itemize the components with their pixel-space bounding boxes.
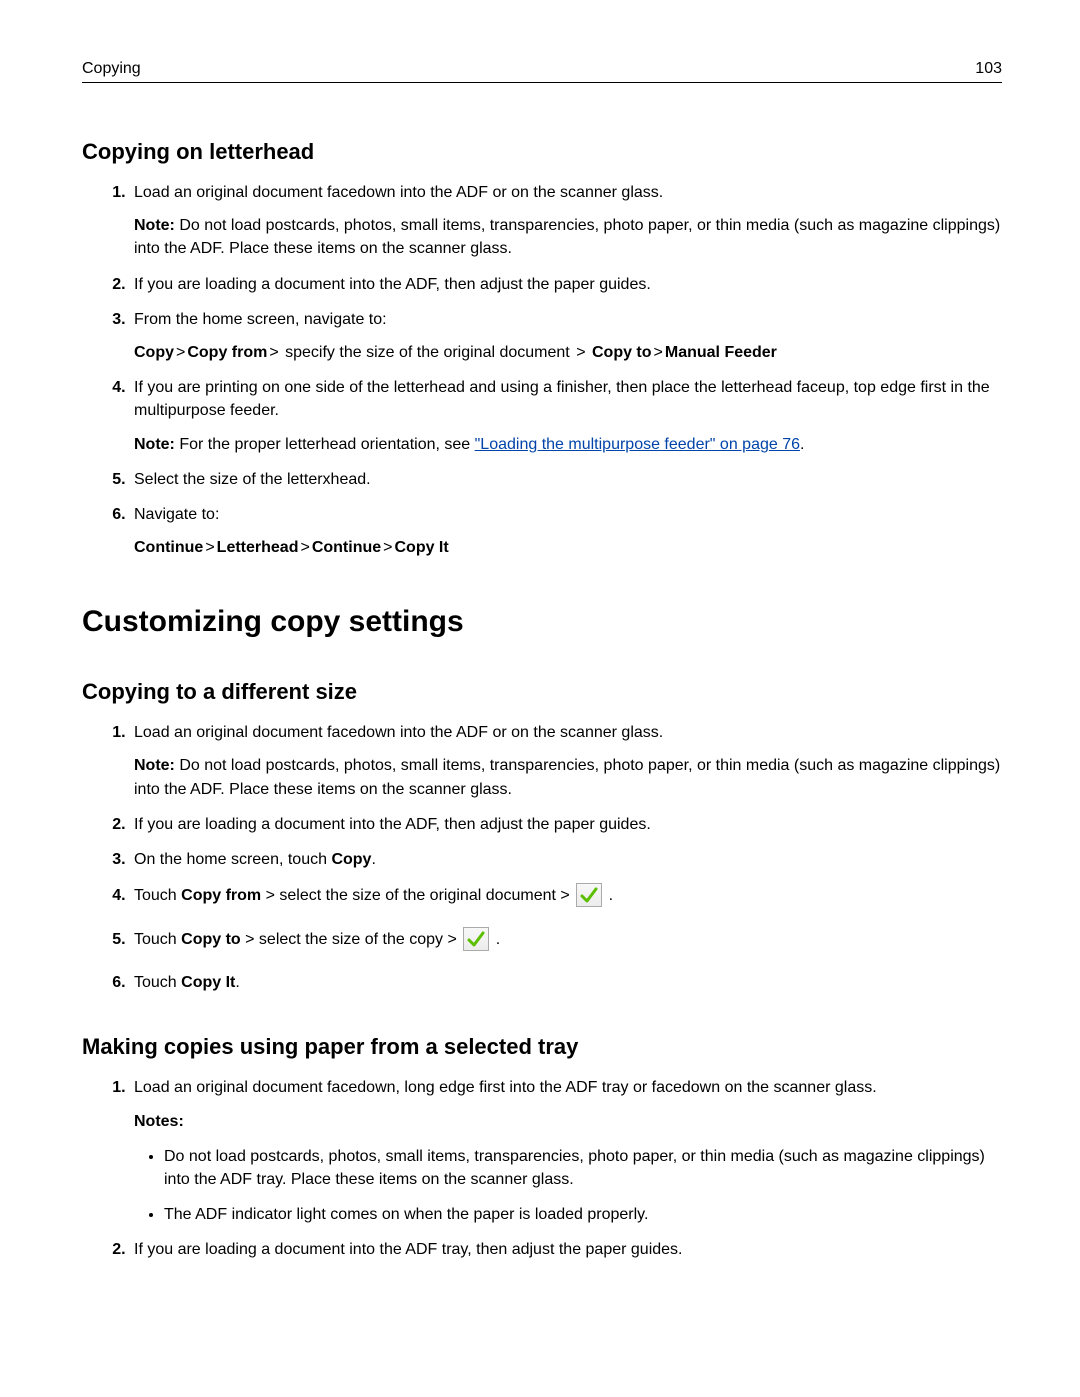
bullet-item: Do not load postcards, photos, small ite…	[164, 1145, 1002, 1191]
nav-segment: Continue	[134, 539, 203, 556]
separator: >	[574, 344, 587, 361]
ui-term: Copy to	[181, 931, 241, 948]
separator: >	[652, 344, 665, 361]
nav-segment: Copy It	[394, 539, 448, 556]
step-text: If you are loading a document into the A…	[134, 276, 651, 293]
separator: >	[267, 344, 280, 361]
nav-path: Copy>Copy from> specify the size of the …	[134, 341, 1002, 364]
header-page-number: 103	[975, 60, 1002, 78]
heading-copying-different-size: Copying to a different size	[82, 679, 1002, 705]
ui-term: Copy	[331, 851, 371, 868]
step-text: Navigate to:	[134, 506, 219, 523]
step-prefix: Touch	[134, 974, 181, 991]
step-suffix: .	[371, 851, 375, 868]
list-item: Load an original document facedown into …	[130, 721, 1002, 801]
step-text: If you are loading a document into the A…	[134, 1241, 683, 1258]
note-suffix: .	[800, 436, 804, 453]
steps-copying-different-size: Load an original document facedown into …	[82, 721, 1002, 994]
note-label: Note:	[134, 217, 175, 234]
nav-segment: Copy	[134, 344, 174, 361]
heading-customizing-copy-settings: Customizing copy settings	[82, 605, 1002, 639]
separator: >	[381, 539, 394, 556]
list-item: Touch Copy to > select the size of the c…	[130, 927, 1002, 953]
note-block: Note: Do not load postcards, photos, sma…	[134, 754, 1002, 800]
nav-segment: Continue	[312, 539, 381, 556]
check-icon	[576, 883, 602, 907]
ui-term: Copy It	[181, 974, 235, 991]
step-text: If you are printing on one side of the l…	[134, 379, 990, 419]
list-item: From the home screen, navigate to: Copy>…	[130, 308, 1002, 364]
step-prefix: Touch	[134, 887, 181, 904]
list-item: Touch Copy from > select the size of the…	[130, 883, 1002, 909]
list-item: If you are printing on one side of the l…	[130, 376, 1002, 456]
notes-bullets: Do not load postcards, photos, small ite…	[134, 1145, 1002, 1227]
nav-segment: Copy from	[187, 344, 267, 361]
note-label: Note:	[134, 757, 175, 774]
link-loading-multipurpose-feeder[interactable]: "Loading the multipurpose feeder" on pag…	[475, 436, 800, 453]
steps-copying-on-letterhead: Load an original document facedown into …	[82, 181, 1002, 559]
page-header: Copying 103	[82, 60, 1002, 83]
separator: >	[174, 344, 187, 361]
step-prefix: Touch	[134, 931, 181, 948]
step-text: Load an original document facedown, long…	[134, 1079, 877, 1096]
separator: >	[298, 539, 311, 556]
heading-copying-on-letterhead: Copying on letterhead	[82, 139, 1002, 165]
note-block: Note: Do not load postcards, photos, sma…	[134, 214, 1002, 260]
notes-label: Notes:	[134, 1113, 184, 1130]
step-prefix: On the home screen, touch	[134, 851, 331, 868]
list-item: Load an original document facedown, long…	[130, 1076, 1002, 1226]
nav-inline-text: specify the size of the original documen…	[281, 344, 575, 361]
step-mid: > select the size of the copy >	[241, 931, 462, 948]
list-item: Navigate to: Continue>Letterhead>Continu…	[130, 503, 1002, 559]
step-text: Load an original document facedown into …	[134, 184, 663, 201]
step-text: Load an original document facedown into …	[134, 724, 663, 741]
step-suffix: .	[491, 931, 500, 948]
list-item: If you are loading a document into the A…	[130, 273, 1002, 296]
ui-term: Copy from	[181, 887, 261, 904]
manual-page: Copying 103 Copying on letterhead Load a…	[0, 0, 1080, 1397]
nav-segment: Manual Feeder	[665, 344, 777, 361]
note-label: Note:	[134, 436, 175, 453]
step-text: From the home screen, navigate to:	[134, 311, 387, 328]
notes-block: Notes: Do not load postcards, photos, sm…	[134, 1110, 1002, 1227]
heading-copies-selected-tray: Making copies using paper from a selecte…	[82, 1034, 1002, 1060]
list-item: If you are loading a document into the A…	[130, 1238, 1002, 1261]
list-item: On the home screen, touch Copy.	[130, 848, 1002, 871]
nav-path: Continue>Letterhead>Continue>Copy It	[134, 536, 1002, 559]
list-item: Touch Copy It.	[130, 971, 1002, 994]
nav-segment: Letterhead	[217, 539, 299, 556]
header-section: Copying	[82, 60, 141, 78]
note-text: Do not load postcards, photos, small ite…	[134, 757, 1000, 797]
note-text: Do not load postcards, photos, small ite…	[134, 217, 1000, 257]
separator: >	[203, 539, 216, 556]
nav-segment: Copy to	[592, 344, 652, 361]
step-suffix: .	[235, 974, 239, 991]
note-block: Note: For the proper letterhead orientat…	[134, 433, 1002, 456]
step-mid: > select the size of the original docume…	[261, 887, 574, 904]
step-text: Select the size of the letterxhead.	[134, 471, 371, 488]
step-text: If you are loading a document into the A…	[134, 816, 651, 833]
step-suffix: .	[604, 887, 613, 904]
list-item: Load an original document facedown into …	[130, 181, 1002, 261]
list-item: Select the size of the letterxhead.	[130, 468, 1002, 491]
list-item: If you are loading a document into the A…	[130, 813, 1002, 836]
note-prefix: For the proper letterhead orientation, s…	[175, 436, 475, 453]
check-icon	[463, 927, 489, 951]
steps-copies-selected-tray: Load an original document facedown, long…	[82, 1076, 1002, 1261]
bullet-item: The ADF indicator light comes on when th…	[164, 1203, 1002, 1226]
